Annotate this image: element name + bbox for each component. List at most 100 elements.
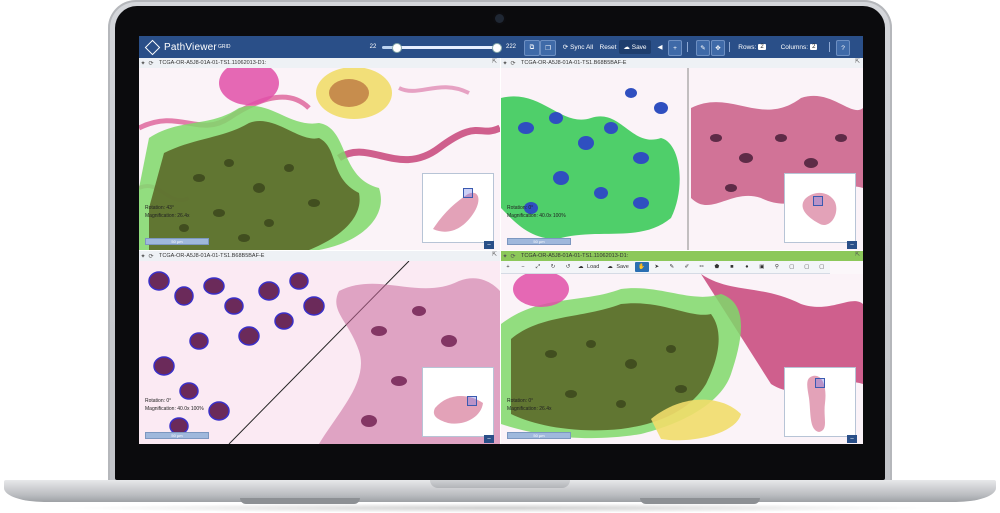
rotation-value: 43° <box>166 205 174 211</box>
expand-icon[interactable]: ⤢ <box>531 262 545 272</box>
plus-icon[interactable]: + <box>668 40 682 56</box>
blank-tool-2[interactable]: ▢ <box>800 262 814 272</box>
viewer-pane-4[interactable]: ✦ ⟳ TCGA-OR-A5J8-01A-01-TS1.11062013-D1:… <box>501 251 863 444</box>
columns-select[interactable]: 2 <box>810 44 818 50</box>
hand-icon[interactable]: ✋ <box>634 262 649 272</box>
magnification-value: 26.4x <box>539 406 552 412</box>
slide-title[interactable]: TCGA-OR-A5J8-01A-01-TS1.B68B5BAF-E <box>521 60 626 66</box>
zoom-slider[interactable]: 22 222 <box>367 41 517 53</box>
app-screen: PathViewer GRID 22 222 ⧉ ❐ ⟳ Sync All Res… <box>139 36 863 444</box>
reset-button[interactable]: Reset <box>597 40 619 54</box>
laptop-foot-left <box>240 498 360 504</box>
image-icon[interactable]: ▣ <box>755 262 769 272</box>
collapse-icon[interactable]: – <box>484 435 494 443</box>
viewer-pane-2[interactable]: ✦ ⟳ TCGA-OR-A5J8-01A-01-TS1.B68B5BAF-E ⇱ <box>501 58 863 250</box>
scale-bar: 50 µm <box>507 238 571 245</box>
refresh-icon[interactable]: ⟳ <box>509 60 517 67</box>
slide-title[interactable]: TCGA-OR-A5J8-01A-01-TS1.11062013-D1: <box>159 60 266 66</box>
pin-icon[interactable]: ✦ <box>501 253 509 260</box>
rotation-label: Rotation: <box>507 398 528 404</box>
collapse-icon[interactable]: – <box>484 241 494 249</box>
viewer-info: Rotation: 0° Magnification: 40.0x 100% <box>507 204 566 220</box>
viewer-pane-3[interactable]: ✦ ⟳ TCGA-OR-A5J8-01A-01-TS1.B68B5BAF-E ⇱ <box>139 251 500 444</box>
pane-header: ✦ ⟳ TCGA-OR-A5J8-01A-01-TS1.11062013-D1:… <box>139 58 500 68</box>
slider-min-handle[interactable] <box>391 42 402 53</box>
collapse-icon[interactable]: – <box>847 435 857 443</box>
columns-label: Columns: <box>780 43 809 51</box>
laptop-shadow <box>60 503 940 513</box>
help-button[interactable]: ? <box>836 40 850 56</box>
overview-thumbnail[interactable] <box>422 367 494 437</box>
overview-thumbnail[interactable] <box>422 173 494 243</box>
overview-thumbnail[interactable] <box>784 173 856 243</box>
viewer-info: Rotation: 0° Magnification: 40.0x 100% <box>145 397 204 413</box>
brush-icon[interactable]: ✐ <box>680 262 694 272</box>
rotation-label: Rotation: <box>145 205 166 211</box>
pointer-icon[interactable]: ➤ <box>650 262 664 272</box>
popout-icon[interactable]: ⇱ <box>492 58 497 65</box>
laptop-foot-right <box>640 498 760 504</box>
slide-title[interactable]: TCGA-OR-A5J8-01A-01-TS1.B68B5BAF-E <box>159 253 264 259</box>
polygon-icon[interactable]: ⬟ <box>710 262 724 272</box>
sync-all-button[interactable]: ⟳ Sync All <box>557 40 599 54</box>
overview-thumbnail[interactable] <box>784 367 856 437</box>
load-label: Load <box>587 264 600 270</box>
plus-icon[interactable]: + <box>501 262 515 272</box>
save-annotations-button[interactable]: ☁ Save <box>605 262 634 272</box>
thumbnail-image <box>433 192 479 232</box>
crosshair-icon[interactable]: ✥ <box>711 40 725 56</box>
rows-control[interactable]: Rows: 2 <box>735 40 769 54</box>
save-label: Save <box>631 43 647 51</box>
collapse-icon[interactable]: – <box>847 241 857 249</box>
pin-icon[interactable]: ✦ <box>139 253 147 260</box>
slider-max: 222 <box>505 44 516 50</box>
viewport-indicator[interactable] <box>815 378 825 388</box>
load-button[interactable]: ☁ Load <box>576 262 604 272</box>
sync-icon: ⟳ <box>562 44 569 51</box>
pen-icon[interactable]: ✎ <box>665 262 679 272</box>
laptop-notch <box>430 480 570 488</box>
save-button[interactable]: ☁ Save <box>619 40 651 54</box>
ellipse-icon[interactable]: ● <box>740 262 754 272</box>
viewer-info: Rotation: 0° Magnification: 26.4x <box>507 397 551 413</box>
wrench-icon[interactable]: ✎ <box>696 40 710 56</box>
brand-sup: GRID <box>217 44 231 50</box>
rows-label: Rows: <box>738 43 757 51</box>
slider-range <box>391 45 495 49</box>
viewer-info: Rotation: 43° Magnification: 26.4x <box>145 204 189 220</box>
rotate-cw-icon[interactable]: ↻ <box>546 262 560 272</box>
viewport-indicator[interactable] <box>463 188 473 198</box>
popout-icon[interactable]: ⇱ <box>855 58 860 65</box>
rectangle-icon[interactable]: ■ <box>725 262 739 272</box>
magnification-value: 40.0x 100% <box>539 213 566 219</box>
pin-icon[interactable]: ✦ <box>139 60 147 67</box>
slider-max-handle[interactable] <box>492 42 503 53</box>
scale-bar: 50 µm <box>145 238 209 245</box>
blank-tool-1[interactable]: ▢ <box>785 262 799 272</box>
slider-track[interactable] <box>382 42 503 53</box>
refresh-icon[interactable]: ⟳ <box>509 253 517 260</box>
popout-icon[interactable]: ⇱ <box>492 251 497 258</box>
columns-control[interactable]: Columns: 2 <box>773 40 825 54</box>
arrow-left-icon[interactable]: ◀ <box>654 40 666 54</box>
pin-icon[interactable]: ✦ <box>501 60 509 67</box>
scale-bar: 50 µm <box>507 432 571 439</box>
copy-icon[interactable]: ⧉ <box>524 40 540 56</box>
minus-icon[interactable]: − <box>516 262 530 272</box>
rows-select[interactable]: 2 <box>758 44 766 50</box>
slide-title[interactable]: TCGA-OR-A5J8-01A-01-TS1.11062013-D1: <box>521 253 628 259</box>
popout-icon[interactable]: ⇱ <box>855 251 860 258</box>
viewport-indicator[interactable] <box>813 196 823 206</box>
refresh-icon[interactable]: ⟳ <box>147 253 155 260</box>
refresh-icon[interactable]: ⟳ <box>147 60 155 67</box>
blank-tool-3[interactable]: ▢ <box>815 262 829 272</box>
viewport-indicator[interactable] <box>467 396 477 406</box>
rotate-ccw-icon[interactable]: ↺ <box>561 262 575 272</box>
magnification-value: 26.4x <box>177 213 190 219</box>
marker-icon[interactable]: ✏ <box>695 262 709 272</box>
pin-marker-icon[interactable]: ⚲ <box>770 262 784 272</box>
viewer-pane-1[interactable]: ✦ ⟳ TCGA-OR-A5J8-01A-01-TS1.11062013-D1:… <box>139 58 500 250</box>
scale-label: 50 µm <box>171 433 183 438</box>
rotation-value: 0° <box>528 398 534 404</box>
paste-icon[interactable]: ❐ <box>540 40 556 56</box>
